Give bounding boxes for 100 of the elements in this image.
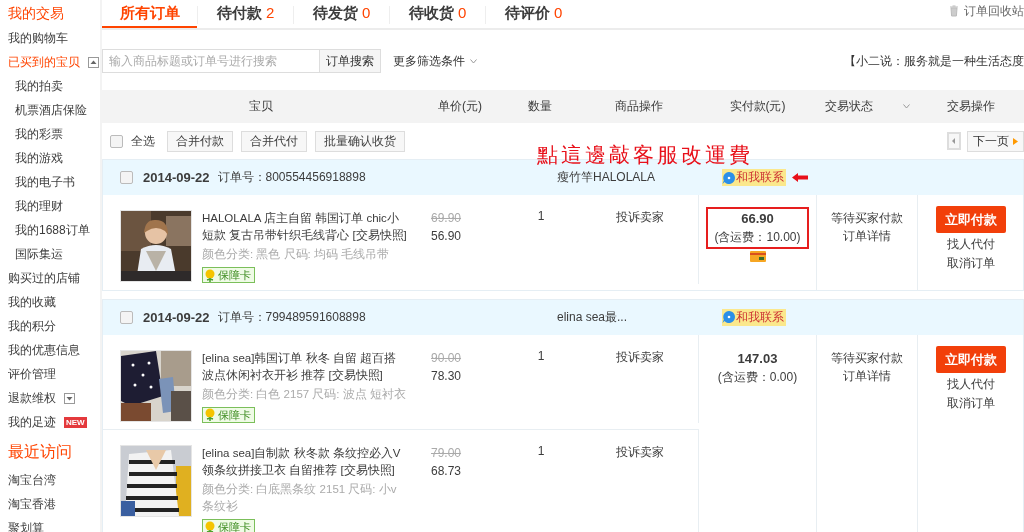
total-price: 66.90 bbox=[741, 210, 774, 228]
search-field[interactable]: 输入商品标题或订单号进行搜索 bbox=[102, 49, 320, 73]
order-detail-link[interactable]: 订单详情 bbox=[843, 227, 891, 245]
column-header: 交易状态 bbox=[825, 98, 873, 115]
product-spec: 颜色分类: 黑色 尺码: 均码 毛线吊带 bbox=[202, 247, 391, 262]
shipping-fee: (含运费：0.00) bbox=[717, 368, 798, 386]
guarantee-badge[interactable]: 保障卡 bbox=[202, 406, 255, 423]
tab[interactable]: 待收货 0 bbox=[390, 0, 485, 28]
product-title[interactable]: HALOLALA 店主自留 韩国订单 chic小短款 复古吊带针织毛线背心 [交易快照] bbox=[202, 210, 407, 244]
triangle-right-icon bbox=[1013, 137, 1018, 145]
unit-price: 78.30 bbox=[431, 367, 463, 385]
trash-icon[interactable] bbox=[949, 5, 959, 17]
order-action-link[interactable]: 找人代付 bbox=[946, 374, 995, 394]
order-number: 订单号：799489591608898 bbox=[217, 308, 366, 326]
chat-icon bbox=[722, 170, 736, 185]
card-icon[interactable] bbox=[749, 251, 766, 262]
order-action-link[interactable]: 找人代付 bbox=[946, 235, 995, 254]
sidebar-item[interactable]: 我的游戏 bbox=[8, 146, 100, 170]
contact-button[interactable]: 和我联系 bbox=[722, 169, 786, 186]
complain-link[interactable]: 投诉卖家 bbox=[615, 210, 664, 224]
sidebar-item[interactable]: 我的彩票 bbox=[8, 122, 100, 146]
complain-link[interactable]: 投诉卖家 bbox=[615, 445, 664, 459]
shop-name[interactable]: 瘦竹竿HALOLALA bbox=[557, 169, 722, 186]
sidebar-heading: 最近访问 bbox=[8, 442, 73, 462]
sidebar-item[interactable]: 退款维权 bbox=[8, 389, 56, 407]
pay-button[interactable]: 立即付款 bbox=[935, 206, 1006, 233]
column-header: 交易操作 bbox=[947, 99, 995, 113]
search-button[interactable]: 订单搜索 bbox=[320, 49, 381, 73]
sidebar-item[interactable]: 我的拍卖 bbox=[8, 74, 100, 98]
pay-button[interactable]: 立即付款 bbox=[935, 345, 1006, 373]
column-header: 商品操作 bbox=[615, 99, 663, 113]
sidebar-item[interactable]: 购买过的店铺 bbox=[8, 266, 100, 290]
order-status: 等待买家付款 bbox=[831, 210, 903, 227]
chevron-down-icon[interactable] bbox=[903, 104, 910, 109]
next-page-button[interactable]: 下一页 bbox=[967, 130, 1024, 152]
notice-text: 【小二说：服务就是一种生活态度 bbox=[844, 52, 1024, 70]
column-header: 数量 bbox=[528, 99, 552, 113]
new-badge: NEW bbox=[64, 416, 87, 428]
collapse-icon[interactable] bbox=[88, 56, 99, 68]
column-header: 实付款(元) bbox=[729, 99, 786, 113]
sidebar-item[interactable]: 我的足迹 bbox=[8, 413, 56, 431]
order-action-link[interactable]: 取消订单 bbox=[946, 393, 995, 413]
sidebar-item[interactable]: 我的收藏 bbox=[8, 290, 100, 314]
sidebar-item[interactable]: 已买到的宝贝 bbox=[8, 53, 80, 71]
sidebar-heading: 我的交易 bbox=[8, 4, 65, 23]
sidebar-item[interactable]: 淘宝香港 bbox=[8, 492, 100, 516]
sidebar-item[interactable]: 我的优惠信息 bbox=[8, 338, 100, 362]
recycle-bin-link[interactable]: 订单回收站 bbox=[964, 2, 1024, 20]
shop-name[interactable]: elina sea最... bbox=[557, 308, 722, 326]
unit-price: 56.90 bbox=[431, 228, 463, 245]
sidebar-item[interactable]: 机票酒店保险 bbox=[8, 98, 100, 122]
complain-link[interactable]: 投诉卖家 bbox=[615, 349, 664, 364]
sidebar-item[interactable]: 淘宝台湾 bbox=[8, 468, 100, 492]
expand-icon[interactable] bbox=[64, 392, 75, 404]
column-header: 单价(元) bbox=[438, 99, 482, 113]
product-title[interactable]: [elina sea]自制款 秋冬款 条纹控必入V领条纹拼接卫衣 自留推荐 [交易快照] bbox=[202, 445, 407, 479]
product-spec: 颜色分类: 白底黑条纹 2151 尺码: 小v条纹衫 bbox=[202, 482, 398, 514]
order-status: 等待买家付款 bbox=[831, 349, 903, 367]
order-date: 2014-09-22 bbox=[143, 309, 210, 325]
contact-button[interactable]: 和我联系 bbox=[722, 308, 786, 326]
original-price: 90.00 bbox=[431, 349, 463, 367]
filter-link[interactable]: 更多筛选条件 bbox=[393, 52, 465, 70]
toolbar-button[interactable]: 合并付款 bbox=[167, 130, 233, 152]
chevron-down-icon[interactable] bbox=[470, 58, 477, 64]
order-detail-link[interactable]: 订单详情 bbox=[843, 366, 891, 385]
sidebar-item[interactable]: 我的电子书 bbox=[8, 170, 100, 194]
quantity-text: 1 bbox=[537, 444, 545, 458]
tab[interactable]: 待发货 0 bbox=[294, 0, 389, 28]
quantity-text: 1 bbox=[537, 348, 545, 363]
product-spec: 颜色分类: 白色 2157 尺码: 波点 短衬衣 bbox=[202, 386, 407, 402]
sidebar-item[interactable]: 我的购物车 bbox=[8, 26, 100, 50]
sidebar-item[interactable]: 评价管理 bbox=[8, 362, 100, 386]
order-action-link[interactable]: 取消订单 bbox=[946, 254, 995, 273]
quantity-text: 1 bbox=[537, 209, 545, 223]
checkbox[interactable] bbox=[120, 171, 133, 184]
sidebar-item[interactable]: 我的积分 bbox=[8, 314, 100, 338]
toolbar-button[interactable]: 合并代付 bbox=[241, 130, 307, 152]
annotation-text: 點這邊敲客服改運費 bbox=[537, 142, 753, 169]
guarantee-badge[interactable]: 保障卡 bbox=[202, 267, 255, 283]
unit-price: 68.73 bbox=[431, 463, 463, 480]
sidebar-item[interactable]: 我的1688订单 bbox=[8, 218, 100, 242]
previous-page-button[interactable] bbox=[947, 132, 961, 150]
checkbox[interactable] bbox=[110, 134, 123, 148]
sidebar-item[interactable]: 我的理财 bbox=[8, 194, 100, 218]
tab[interactable]: 待付款 2 bbox=[198, 0, 293, 28]
chat-icon bbox=[722, 310, 736, 324]
product-title[interactable]: [elina sea]韩国订单 秋冬 自留 超百搭波点休闲衬衣开衫 推荐 [交易快照] bbox=[202, 349, 407, 384]
checkbox-label: 全选 bbox=[131, 132, 155, 150]
total-price: 147.03 bbox=[737, 349, 778, 368]
original-price: 79.00 bbox=[431, 445, 463, 462]
order-number: 订单号：800554456918898 bbox=[217, 169, 366, 186]
guarantee-badge[interactable]: 保障卡 bbox=[202, 519, 255, 532]
sidebar-item[interactable]: 国际集运 bbox=[8, 242, 100, 266]
checkbox[interactable] bbox=[120, 310, 133, 324]
shipping-fee: (含运费：10.00) bbox=[714, 229, 801, 246]
order-date: 2014-09-22 bbox=[143, 170, 210, 185]
tab[interactable]: 待评价 0 bbox=[486, 0, 581, 28]
original-price: 69.90 bbox=[431, 210, 463, 227]
column-header: 宝贝 bbox=[249, 99, 273, 113]
toolbar-button[interactable]: 批量确认收货 bbox=[315, 130, 405, 152]
